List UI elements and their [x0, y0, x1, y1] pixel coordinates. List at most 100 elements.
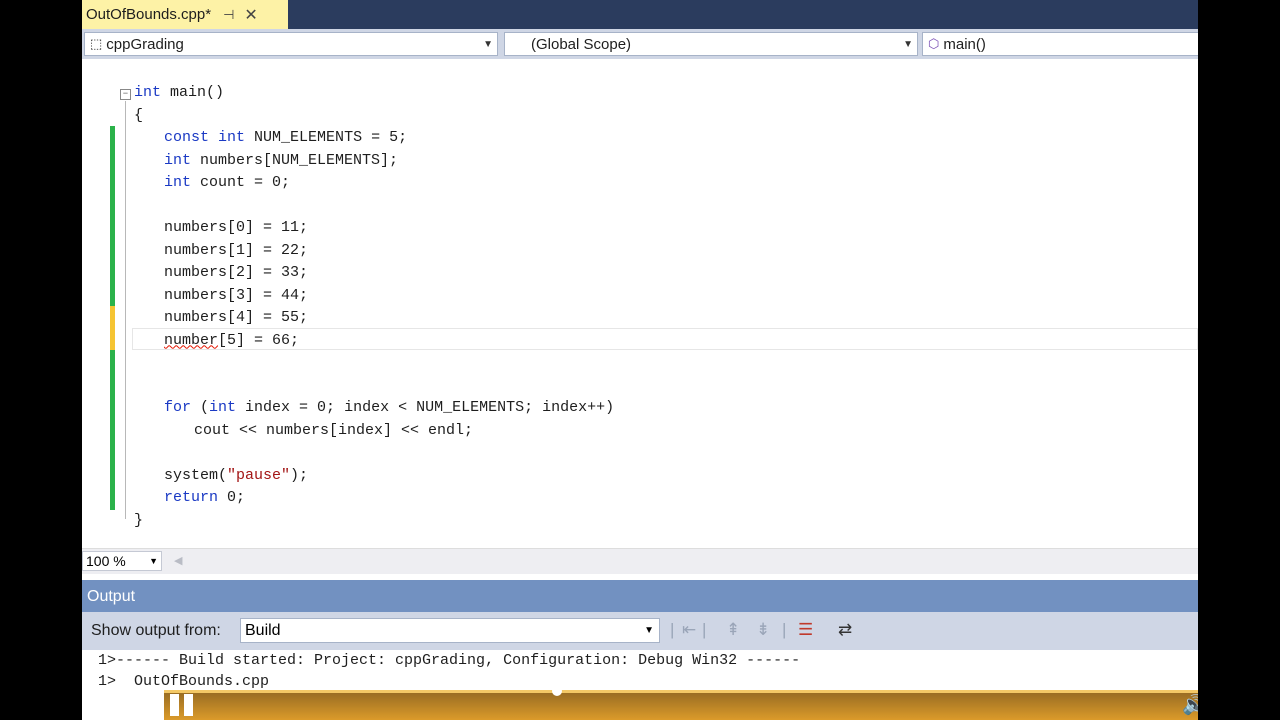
dropdown-arrow-icon[interactable]: ▼	[149, 556, 158, 566]
code-token: numbers[2] = 33;	[164, 264, 309, 281]
code-token: index = 0; index < NUM_ELEMENTS; index++…	[236, 399, 615, 416]
close-icon[interactable]: ✕	[244, 5, 257, 25]
code-line[interactable]	[134, 195, 614, 218]
output-line: 1> OutOfBounds.cpp	[98, 673, 270, 690]
code-editor[interactable]: − int main(){const int NUM_ELEMENTS = 5;…	[82, 59, 1198, 548]
code-line[interactable]: numbers[4] = 55;	[134, 307, 614, 330]
method-icon: ⬡	[928, 36, 940, 51]
code-line[interactable]: number[5] = 66;	[134, 330, 614, 353]
code-token: const	[164, 129, 210, 146]
code-token: count = 0;	[191, 174, 291, 191]
pin-icon[interactable]: ⊣	[223, 7, 234, 23]
next-message-icon[interactable]: ⇟	[756, 620, 770, 640]
code-token: int	[134, 84, 162, 101]
code-token: {	[134, 106, 144, 124]
code-line[interactable]: numbers[0] = 11;	[134, 217, 614, 240]
code-line[interactable]	[134, 375, 614, 398]
volume-icon[interactable]: 🔊	[1182, 693, 1198, 717]
visual-studio-window: OutOfBounds.cpp* ⊣ ✕ ⬚ cppGrading ▼ (Glo…	[82, 0, 1198, 720]
code-token: return	[164, 489, 219, 506]
scroll-left-icon[interactable]: ◀	[174, 554, 182, 567]
output-title: Output	[87, 588, 136, 605]
code-token: int	[164, 151, 192, 169]
code-token: numbers[3] = 44;	[164, 286, 309, 304]
pause-icon[interactable]	[170, 694, 196, 716]
code-token: numbers[0] = 11;	[164, 219, 309, 236]
change-marker-saved	[110, 126, 115, 306]
tab-outofbounds-cpp[interactable]: OutOfBounds.cpp* ⊣ ✕	[82, 0, 288, 29]
code-token: [5] = 66;	[218, 331, 300, 349]
code-line[interactable]: return 0;	[134, 487, 614, 510]
code-token: int	[218, 129, 246, 146]
find-message-icon[interactable]: ⇤	[682, 620, 696, 640]
code-token: NUM_ELEMENTS = 5;	[245, 129, 408, 146]
video-player-controls: 🔊	[164, 686, 1198, 720]
code-token: int	[164, 174, 192, 191]
clear-all-icon[interactable]: ☰	[798, 620, 813, 640]
tab-title: OutOfBounds.cpp*	[86, 6, 212, 23]
scope-label: (Global Scope)	[531, 35, 632, 53]
project-label: cppGrading	[106, 35, 184, 53]
code-line[interactable]	[134, 442, 614, 465]
member-dropdown[interactable]: ⬡ main()	[922, 32, 1198, 56]
separator: |	[782, 620, 787, 639]
code-line[interactable]: for (int index = 0; index < NUM_ELEMENTS…	[134, 397, 614, 420]
dropdown-arrow-icon[interactable]: ▼	[483, 39, 493, 50]
code-line[interactable]: system("pause");	[134, 465, 614, 488]
code-token: numbers[NUM_ELEMENTS];	[191, 151, 399, 169]
code-line[interactable]: numbers[1] = 22;	[134, 240, 614, 263]
separator: |	[670, 620, 675, 639]
code-token: (	[191, 399, 210, 416]
code-line[interactable]: cout << numbers[index] << endl;	[134, 420, 614, 443]
code-token: 0;	[218, 489, 246, 506]
code-token: );	[290, 466, 309, 484]
code-token: number	[164, 331, 219, 349]
document-tab-bar: OutOfBounds.cpp* ⊣ ✕	[82, 0, 1198, 29]
show-output-label: Show output from:	[91, 622, 221, 639]
code-token: int	[209, 399, 237, 416]
zoom-dropdown[interactable]: 100 % ▼	[82, 551, 162, 571]
project-icon: ⬚	[90, 36, 103, 51]
code-line[interactable]: int main()	[134, 82, 614, 105]
output-line: 1>------ Build started: Project: cppGrad…	[98, 652, 801, 669]
code-line[interactable]: int numbers[NUM_ELEMENTS];	[134, 150, 614, 173]
code-token: cout << numbers[index] << endl;	[194, 421, 474, 439]
dropdown-arrow-icon[interactable]: ▼	[903, 39, 913, 50]
video-progress-bar[interactable]	[164, 690, 1198, 693]
code-token: "pause"	[227, 466, 291, 484]
navigation-bar: ⬚ cppGrading ▼ (Global Scope) ▼ ⬡ main()	[82, 29, 1198, 59]
code-lines[interactable]: int main(){const int NUM_ELEMENTS = 5; in…	[134, 82, 614, 532]
zoom-value: 100 %	[86, 553, 126, 569]
code-token: }	[134, 511, 144, 529]
code-line[interactable]: numbers[3] = 44;	[134, 285, 614, 308]
project-dropdown[interactable]: ⬚ cppGrading ▼	[84, 32, 498, 56]
code-token: numbers[1] = 22;	[164, 241, 309, 259]
word-wrap-icon[interactable]: ⇄	[838, 620, 852, 640]
code-token: numbers[4] = 55;	[164, 309, 309, 326]
change-marker-saved	[110, 350, 115, 510]
collapse-icon[interactable]: −	[120, 89, 131, 100]
code-line[interactable]: int count = 0;	[134, 172, 614, 195]
scope-dropdown[interactable]: (Global Scope) ▼	[504, 32, 918, 56]
output-source-dropdown[interactable]: Build ▼	[240, 618, 660, 643]
code-token: main()	[161, 84, 225, 101]
output-panel-title: Output	[82, 580, 1198, 612]
progress-knob[interactable]	[552, 686, 562, 696]
previous-message-icon[interactable]: ⇞	[726, 620, 740, 640]
member-label: main()	[943, 35, 986, 53]
code-line[interactable]: }	[134, 510, 614, 533]
code-line[interactable]	[134, 352, 614, 375]
change-marker-unsaved	[110, 306, 115, 350]
dropdown-arrow-icon[interactable]: ▼	[644, 625, 654, 636]
editor-status-row: 100 % ▼ ◀	[82, 548, 1198, 574]
code-token: system(	[164, 466, 228, 484]
output-source-value: Build	[245, 621, 281, 639]
outline-guide	[125, 101, 126, 519]
code-line[interactable]: {	[134, 105, 614, 128]
code-token: for	[164, 399, 192, 416]
output-toolbar: Show output from: Build ▼ | ⇤ | ⇞ ⇟ | ☰ …	[82, 612, 1198, 650]
separator: |	[702, 620, 707, 639]
code-line[interactable]: numbers[2] = 33;	[134, 262, 614, 285]
code-line[interactable]: const int NUM_ELEMENTS = 5;	[134, 127, 614, 150]
